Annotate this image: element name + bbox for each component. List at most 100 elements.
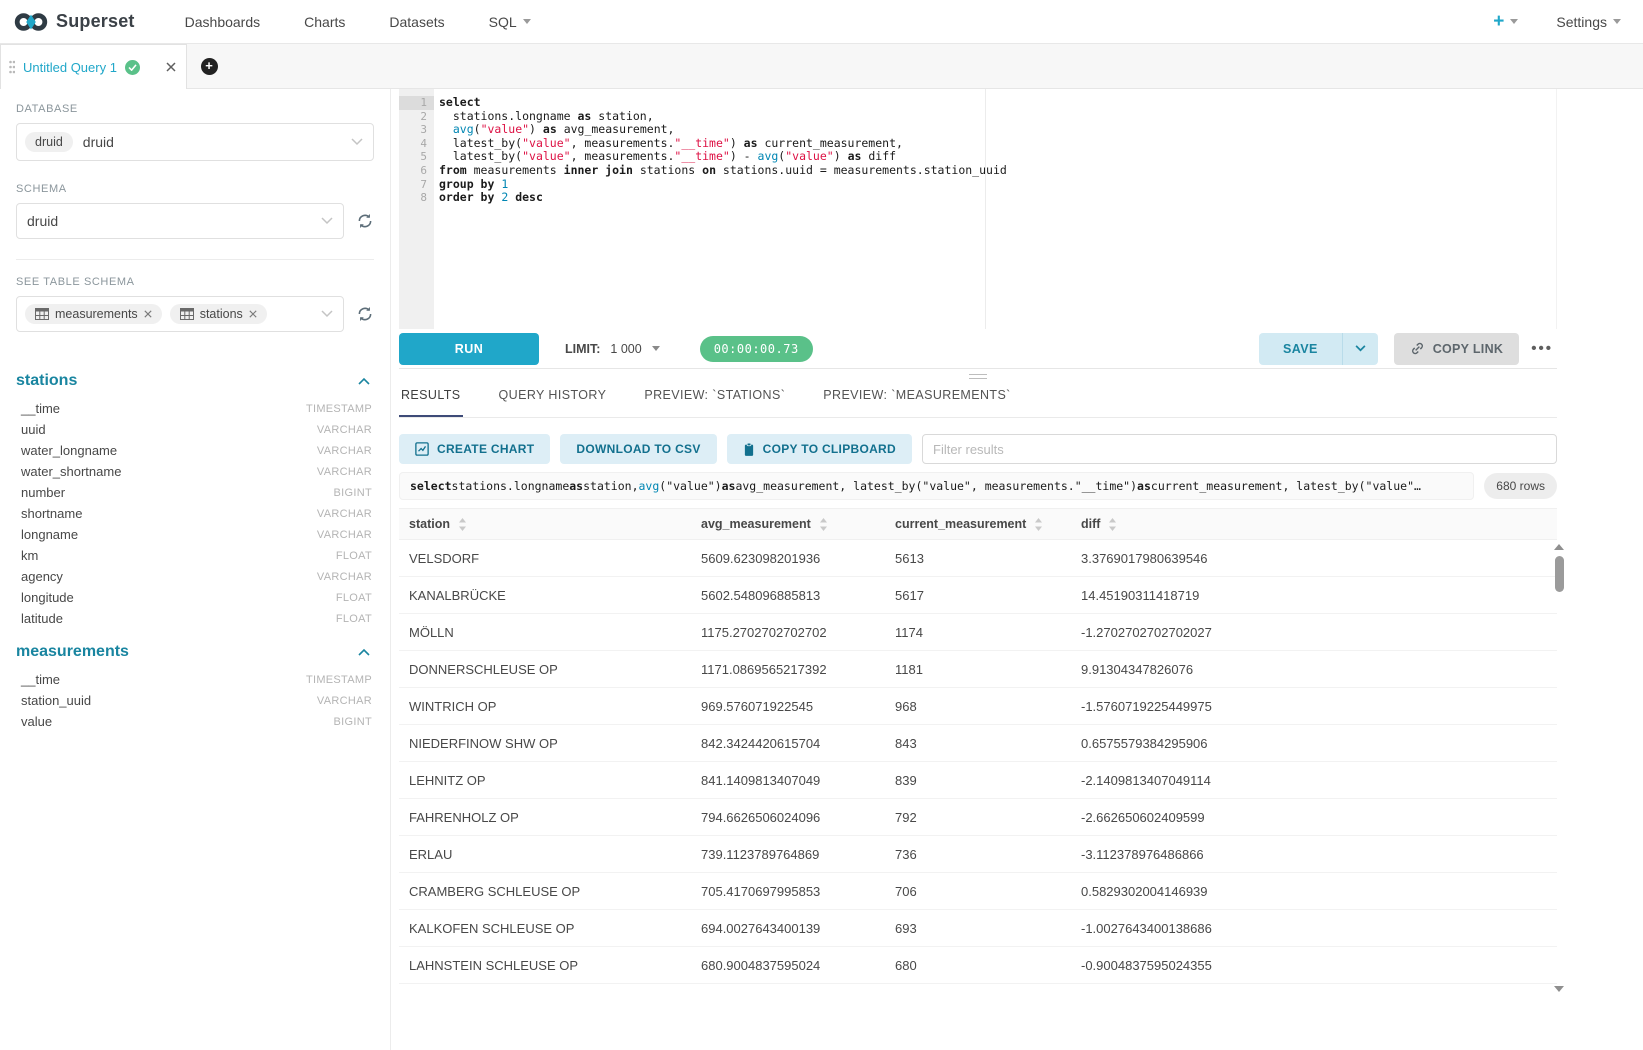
link-icon xyxy=(1410,341,1425,356)
table-row[interactable]: FAHRENHOLZ OP794.6626506024096792-2.6626… xyxy=(399,799,1557,836)
table-chip-stations[interactable]: stations xyxy=(170,304,267,324)
sql-token: on xyxy=(702,163,716,177)
table-row[interactable]: DONNERSCHLEUSE OP1171.086956521739211819… xyxy=(399,651,1557,688)
table-cell: 1181 xyxy=(885,651,1071,687)
table-schema-select[interactable]: measurements stations xyxy=(16,296,344,332)
table-cell: 5617 xyxy=(885,577,1071,613)
column-name: km xyxy=(21,548,38,563)
schema-section-header[interactable]: measurements xyxy=(16,643,374,661)
column-name: water_longname xyxy=(21,443,117,458)
column-header-label: diff xyxy=(1081,517,1100,531)
executed-query-preview[interactable]: select stations.longname as station, avg… xyxy=(399,472,1474,500)
nav-item-charts[interactable]: Charts xyxy=(304,14,345,30)
refresh-tables-icon[interactable] xyxy=(356,305,374,323)
tab-query-history[interactable]: QUERY HISTORY xyxy=(497,384,609,417)
column-header-station[interactable]: station xyxy=(399,509,691,539)
column-type: VARCHAR xyxy=(317,466,372,478)
run-button[interactable]: RUN xyxy=(399,333,539,365)
table-cell: KANALBRÜCKE xyxy=(399,577,691,613)
sql-token: select xyxy=(439,95,481,109)
download-to-csv-button[interactable]: DOWNLOAD TO CSV xyxy=(560,434,716,464)
table-cell: -1.5760719225449975 xyxy=(1071,688,1557,724)
table-icon xyxy=(180,308,194,320)
table-row[interactable]: WINTRICH OP969.576071922545968-1.5760719… xyxy=(399,688,1557,725)
nav-item-label: Datasets xyxy=(389,14,444,30)
table-row[interactable]: LAHNSTEIN SCHLEUSE OP680.900483759502468… xyxy=(399,947,1557,984)
limit-dropdown[interactable]: LIMIT: 1 000 xyxy=(565,342,660,356)
schema-section-header[interactable]: stations xyxy=(16,372,374,390)
sql-token xyxy=(439,122,453,136)
editor-toolbar: RUN LIMIT: 1 000 00:00:00.73 SAVE xyxy=(399,329,1557,369)
tab-preview-measurements[interactable]: PREVIEW: `MEASUREMENTS` xyxy=(821,384,1012,417)
table-cell: KALKOFEN SCHLEUSE OP xyxy=(399,910,691,946)
scroll-down-icon[interactable] xyxy=(1554,986,1564,992)
table-cell: -3.112378976486866 xyxy=(1071,836,1557,872)
sql-token: 1 xyxy=(501,177,508,191)
table-row[interactable]: KANALBRÜCKE5602.548096885813561714.45190… xyxy=(399,577,1557,614)
column-name: longname xyxy=(21,527,78,542)
column-name: shortname xyxy=(21,506,82,521)
copy-link-button[interactable]: COPY LINK xyxy=(1394,333,1520,365)
tab-preview-stations[interactable]: PREVIEW: `STATIONS` xyxy=(642,384,787,417)
table-row[interactable]: LEHNITZ OP841.1409813407049839-2.1409813… xyxy=(399,762,1557,799)
column-header-diff[interactable]: diff xyxy=(1071,509,1557,539)
column-type: VARCHAR xyxy=(317,695,372,707)
close-tab-icon[interactable] xyxy=(166,62,176,72)
table-cell: 5613 xyxy=(885,540,1071,576)
sql-editor[interactable]: 12345678 select stations.longname as sta… xyxy=(399,89,1557,329)
more-options-icon[interactable]: ••• xyxy=(1531,340,1553,357)
copy-to-clipboard-button[interactable]: COPY TO CLIPBOARD xyxy=(727,434,912,464)
nav-item-sql[interactable]: SQL xyxy=(489,14,531,30)
schema-section-title: measurements xyxy=(16,643,129,661)
column-header-current-measurement[interactable]: current_measurement xyxy=(885,509,1071,539)
schema-select[interactable]: druid xyxy=(16,203,344,239)
database-select[interactable]: druid druid xyxy=(16,123,374,161)
editor-code[interactable]: select stations.longname as station, avg… xyxy=(434,89,1556,329)
table-row[interactable]: MÖLLN1175.27027027027021174-1.2702702702… xyxy=(399,614,1557,651)
table-row[interactable]: VELSDORF5609.62309820193656133.376901798… xyxy=(399,540,1557,577)
sql-token: ( xyxy=(474,122,481,136)
nav-item-datasets[interactable]: Datasets xyxy=(389,14,444,30)
sql-token: stations.longname xyxy=(452,479,570,493)
table-cell: 794.6626506024096 xyxy=(691,799,885,835)
table-row[interactable]: NIEDERFINOW SHW OP842.34244206157048430.… xyxy=(399,725,1557,762)
line-number: 5 xyxy=(399,150,434,164)
column-type: VARCHAR xyxy=(317,571,372,583)
refresh-schema-icon[interactable] xyxy=(356,212,374,230)
column-name: agency xyxy=(21,569,63,584)
pane-splitter[interactable] xyxy=(399,369,1557,384)
query-tab[interactable]: Untitled Query 1 xyxy=(0,44,187,89)
table-row[interactable]: ERLAU739.1123789764869736-3.112378976486… xyxy=(399,836,1557,873)
settings-menu[interactable]: Settings xyxy=(1556,14,1621,30)
create-chart-button[interactable]: CREATE CHART xyxy=(399,434,550,464)
tab-results[interactable]: RESULTS xyxy=(399,384,463,417)
save-button[interactable]: SAVE xyxy=(1259,333,1342,365)
column-header-avg-measurement[interactable]: avg_measurement xyxy=(691,509,885,539)
sql-token: as xyxy=(848,149,862,163)
nav-right: + Settings xyxy=(1493,11,1621,33)
filter-results-input[interactable] xyxy=(922,434,1557,464)
nav-item-label: Charts xyxy=(304,14,345,30)
save-options-button[interactable] xyxy=(1342,333,1378,365)
table-cell: 9.91304347826076 xyxy=(1071,651,1557,687)
add-tab-button[interactable]: + xyxy=(187,44,231,88)
new-item-button[interactable]: + xyxy=(1493,11,1518,33)
scroll-up-icon[interactable] xyxy=(1554,544,1564,550)
plus-icon: + xyxy=(1493,11,1504,33)
column-name: latitude xyxy=(21,611,63,626)
table-row[interactable]: KALKOFEN SCHLEUSE OP694.0027643400139693… xyxy=(399,910,1557,947)
schema-label: SCHEMA xyxy=(16,183,374,195)
nav-item-dashboards[interactable]: Dashboards xyxy=(185,14,261,30)
superset-logo[interactable]: Superset xyxy=(14,10,135,34)
results-scrollbar[interactable] xyxy=(1553,544,1565,992)
table-cell: VELSDORF xyxy=(399,540,691,576)
save-split-button: SAVE xyxy=(1259,333,1378,365)
schema-section-measurements: measurements__timeTIMESTAMPstation_uuidV… xyxy=(16,643,374,732)
row-count-badge: 680 rows xyxy=(1484,473,1557,499)
table-chip-measurements[interactable]: measurements xyxy=(25,304,162,324)
chevron-down-icon xyxy=(1510,19,1518,24)
table-row[interactable]: CRAMBERG SCHLEUSE OP705.4170697995853706… xyxy=(399,873,1557,910)
code-line: select xyxy=(439,96,1556,110)
scrollbar-thumb[interactable] xyxy=(1555,556,1564,592)
sort-icon xyxy=(1108,518,1117,531)
